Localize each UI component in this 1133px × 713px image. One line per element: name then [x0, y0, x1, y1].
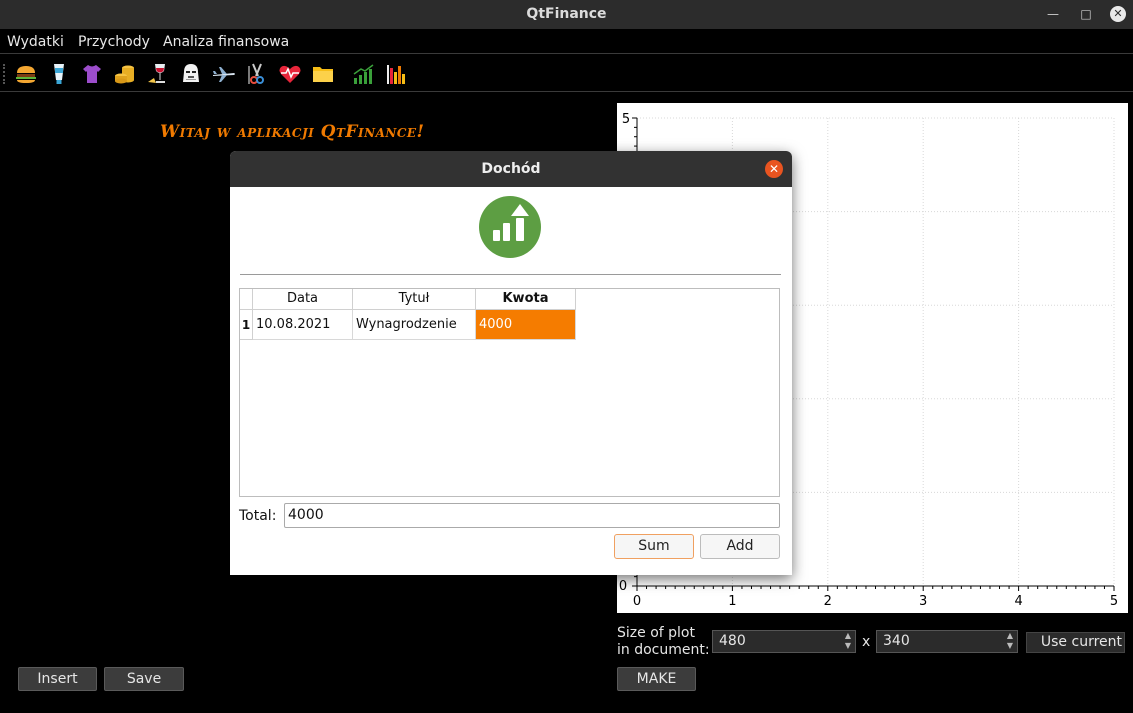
wine-icon[interactable]: [146, 62, 170, 86]
column-header-kwota[interactable]: Kwota: [476, 289, 576, 310]
tshirt-icon[interactable]: [80, 62, 104, 86]
insert-button[interactable]: Insert: [18, 667, 97, 691]
airplane-icon[interactable]: [212, 62, 236, 86]
y-tick-label: 5: [622, 112, 630, 127]
table-corner[interactable]: [240, 289, 253, 310]
window-title: QtFinance: [526, 6, 607, 22]
growth-chart-icon[interactable]: [352, 62, 376, 86]
menu-przychody[interactable]: Przychody: [78, 34, 150, 50]
make-button[interactable]: MAKE: [617, 667, 696, 691]
income-table[interactable]: Data Tytuł Kwota 1 10.08.2021 Wynagrodze…: [239, 288, 780, 497]
qtfinance-window: QtFinance — □ ✕ Wydatki Przychody Analiz…: [0, 0, 1133, 713]
dialog-close-button[interactable]: ✕: [765, 160, 783, 178]
menu-wydatki[interactable]: Wydatki: [7, 34, 64, 50]
stormtrooper-icon[interactable]: [179, 62, 203, 86]
x-tick-label: 5: [1110, 594, 1118, 609]
x-tick-label: 0: [633, 594, 641, 609]
save-button[interactable]: Save: [104, 667, 184, 691]
close-window-button[interactable]: ✕: [1110, 6, 1126, 22]
x-tick-label: 2: [824, 594, 832, 609]
plot-width-value: 480: [719, 633, 746, 649]
times-sign: x: [862, 634, 871, 650]
minimize-button[interactable]: —: [1042, 4, 1064, 24]
x-tick-label: 1: [728, 594, 736, 609]
toothpaste-icon[interactable]: [47, 62, 71, 86]
cell-data[interactable]: 10.08.2021: [253, 310, 353, 340]
row-header[interactable]: 1: [240, 310, 253, 340]
toolbar: [0, 56, 1133, 92]
bar-chart-icon[interactable]: [385, 62, 409, 86]
cell-tytul[interactable]: Wynagrodzenie: [353, 310, 476, 340]
sum-button[interactable]: Sum: [614, 534, 694, 559]
dialog-title: Dochód: [230, 151, 792, 187]
plot-size-label-line1: Size of plot: [617, 625, 695, 641]
y-tick-label: 0: [619, 579, 627, 594]
burger-icon[interactable]: [14, 62, 38, 86]
column-header-tytul[interactable]: Tytuł: [353, 289, 476, 310]
income-dialog: Dochód ✕ Data Tytuł Kwota 1 10.08.2021 W…: [230, 151, 792, 575]
total-label: Total:: [239, 508, 277, 524]
window-titlebar: QtFinance — □ ✕: [0, 0, 1133, 29]
cell-kwota[interactable]: 4000: [476, 310, 576, 340]
scissors-icon[interactable]: [245, 62, 269, 86]
toolbar-grip[interactable]: [3, 64, 6, 84]
maximize-button[interactable]: □: [1075, 4, 1097, 24]
use-current-button[interactable]: Use current: [1026, 632, 1125, 653]
menubar: Wydatki Przychody Analiza finansowa: [0, 30, 1133, 54]
menu-analiza-finansowa[interactable]: Analiza finansowa: [163, 34, 289, 50]
x-tick-label: 3: [919, 594, 927, 609]
plot-height-value: 340: [883, 633, 910, 649]
plot-width-spinbox[interactable]: 480 ▲ ▼: [712, 630, 856, 653]
total-field[interactable]: 4000: [284, 503, 780, 528]
plot-size-label-line2: in document:: [617, 642, 710, 658]
income-growth-icon: [479, 196, 541, 258]
plot-height-spinbox[interactable]: 340 ▲ ▼: [876, 630, 1018, 653]
x-tick-label: 4: [1014, 594, 1022, 609]
folder-icon[interactable]: [311, 62, 335, 86]
column-header-data[interactable]: Data: [253, 289, 353, 310]
welcome-text: Witaj w aplikacji QtFinance!: [160, 122, 425, 142]
dialog-separator: [240, 274, 781, 275]
coins-icon[interactable]: [113, 62, 137, 86]
spin-arrows-icon[interactable]: ▲ ▼: [1003, 631, 1017, 652]
add-button[interactable]: Add: [700, 534, 780, 559]
plot-size-label: Size of plot in document:: [617, 625, 710, 659]
spin-arrows-icon[interactable]: ▲ ▼: [841, 631, 855, 652]
heartbeat-icon[interactable]: [278, 62, 302, 86]
